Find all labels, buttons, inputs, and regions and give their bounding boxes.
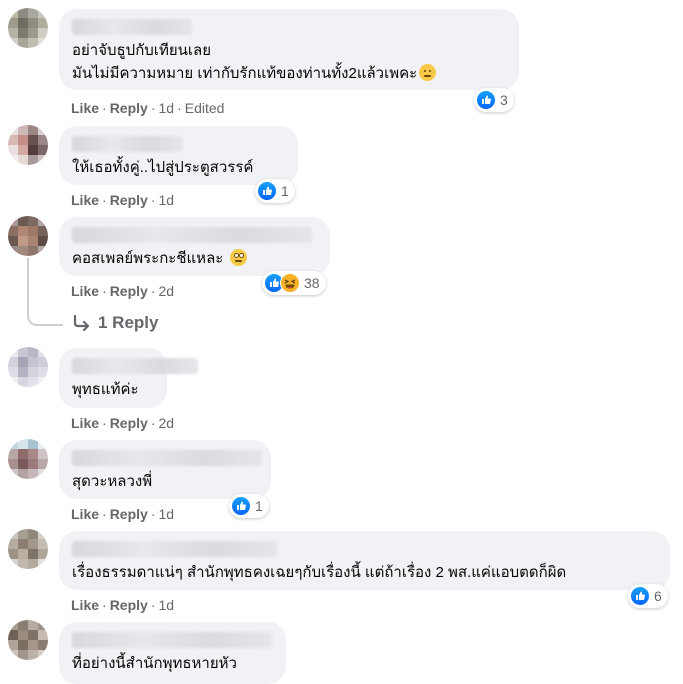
- frown-emoji: [419, 64, 437, 81]
- comment-bubble: ให้เธอทั้งคู่..ไปสู่ประตูสวรรค์: [59, 126, 298, 185]
- comment-bubble: คอสเพลย์พระกะชีแหละ: [59, 217, 330, 276]
- like-icon: [630, 586, 650, 606]
- avatar[interactable]: [8, 125, 48, 165]
- edited-label: Edited: [184, 100, 225, 116]
- author-name[interactable]: [72, 358, 198, 374]
- reaction-count: 38: [304, 275, 320, 291]
- comment-bubble: สุดวะหลวงพี่: [59, 440, 271, 499]
- view-replies-label[interactable]: 1 Reply: [98, 313, 158, 333]
- like-icon: [231, 496, 251, 516]
- reply-button[interactable]: Reply: [110, 597, 148, 613]
- reaction-summary[interactable]: 1: [229, 494, 269, 518]
- reaction-summary[interactable]: 3: [474, 88, 514, 112]
- comment-text: ให้เธอทั้งคู่..ไปสู่ประตูสวรรค์: [72, 159, 254, 176]
- reaction-summary[interactable]: 38: [262, 271, 326, 295]
- avatar[interactable]: [8, 8, 48, 48]
- reply-button[interactable]: Reply: [110, 415, 148, 431]
- comment-actions: Like · Reply · 1d: [71, 597, 175, 613]
- view-replies-button[interactable]: 1 Reply: [72, 313, 158, 333]
- like-button[interactable]: Like: [71, 283, 99, 299]
- reply-button[interactable]: Reply: [110, 506, 148, 522]
- reaction-count: 3: [500, 92, 508, 108]
- comment-actions: Like · Reply · 1d: [71, 506, 175, 522]
- like-button[interactable]: Like: [71, 597, 99, 613]
- comment-text: ที่อย่างนี้สำนักพุทธหายหัว: [72, 655, 237, 672]
- avatar[interactable]: [8, 529, 48, 569]
- timestamp[interactable]: 1d: [158, 506, 174, 522]
- reaction-count: 6: [654, 588, 662, 604]
- comment-text: สุดวะหลวงพี่: [72, 473, 153, 490]
- comment-text: คอสเพลย์พระกะชีแหละ: [72, 247, 318, 270]
- avatar[interactable]: [8, 347, 48, 387]
- avatar[interactable]: [8, 439, 48, 479]
- comment-bubble: อย่าจับธูปกับเทียนเลย มันไม่มีความหมาย เ…: [59, 9, 519, 90]
- like-button[interactable]: Like: [71, 192, 99, 208]
- comment-text: อย่าจับธูปกับเทียนเลย มันไม่มีความหมาย เ…: [72, 39, 507, 85]
- author-name[interactable]: [72, 541, 277, 557]
- comment-actions: Like · Reply · 1d · Edited: [71, 100, 225, 116]
- author-name[interactable]: [72, 632, 272, 648]
- reaction-count: 1: [255, 498, 263, 514]
- author-name[interactable]: [72, 227, 312, 243]
- like-icon: [257, 181, 277, 201]
- reply-button[interactable]: Reply: [110, 283, 148, 299]
- timestamp[interactable]: 1d: [158, 597, 174, 613]
- like-button[interactable]: Like: [71, 506, 99, 522]
- haha-icon: [280, 273, 300, 293]
- timestamp[interactable]: 2d: [158, 415, 174, 431]
- avatar[interactable]: [8, 216, 48, 256]
- author-name[interactable]: [72, 19, 192, 35]
- timestamp[interactable]: 2d: [158, 283, 174, 299]
- author-name[interactable]: [72, 136, 182, 152]
- timestamp[interactable]: 1d: [158, 100, 174, 116]
- reaction-summary[interactable]: 6: [628, 584, 668, 608]
- comment-actions: Like · Reply · 1d: [71, 192, 175, 208]
- comment-text: เรื่องธรรมดาแน่ๆ สำนักพุทธคงเฉยๆกับเรื่อ…: [72, 564, 567, 581]
- reaction-summary[interactable]: 1: [255, 179, 295, 203]
- reply-button[interactable]: Reply: [110, 192, 148, 208]
- comment-bubble: พุทธแท้ค่ะ: [59, 348, 198, 408]
- comment-text: พุทธแท้ค่ะ: [72, 381, 139, 398]
- comment-actions: Like · Reply · 2d: [71, 283, 175, 299]
- eye-roll-emoji: [229, 249, 247, 266]
- avatar[interactable]: [8, 620, 48, 660]
- like-button[interactable]: Like: [71, 415, 99, 431]
- author-name[interactable]: [72, 450, 262, 466]
- comment-bubble: เรื่องธรรมดาแน่ๆ สำนักพุทธคงเฉยๆกับเรื่อ…: [59, 531, 670, 590]
- reply-arrow-icon: [73, 314, 90, 332]
- like-icon: [476, 90, 496, 110]
- comment-bubble: ที่อย่างนี้สำนักพุทธหายหัว: [59, 622, 286, 684]
- reaction-count: 1: [281, 183, 289, 199]
- thread-connector-line: [27, 258, 63, 326]
- timestamp[interactable]: 1d: [158, 192, 174, 208]
- like-button[interactable]: Like: [71, 100, 99, 116]
- comment-actions: Like · Reply · 2d: [71, 415, 175, 431]
- reply-button[interactable]: Reply: [110, 100, 148, 116]
